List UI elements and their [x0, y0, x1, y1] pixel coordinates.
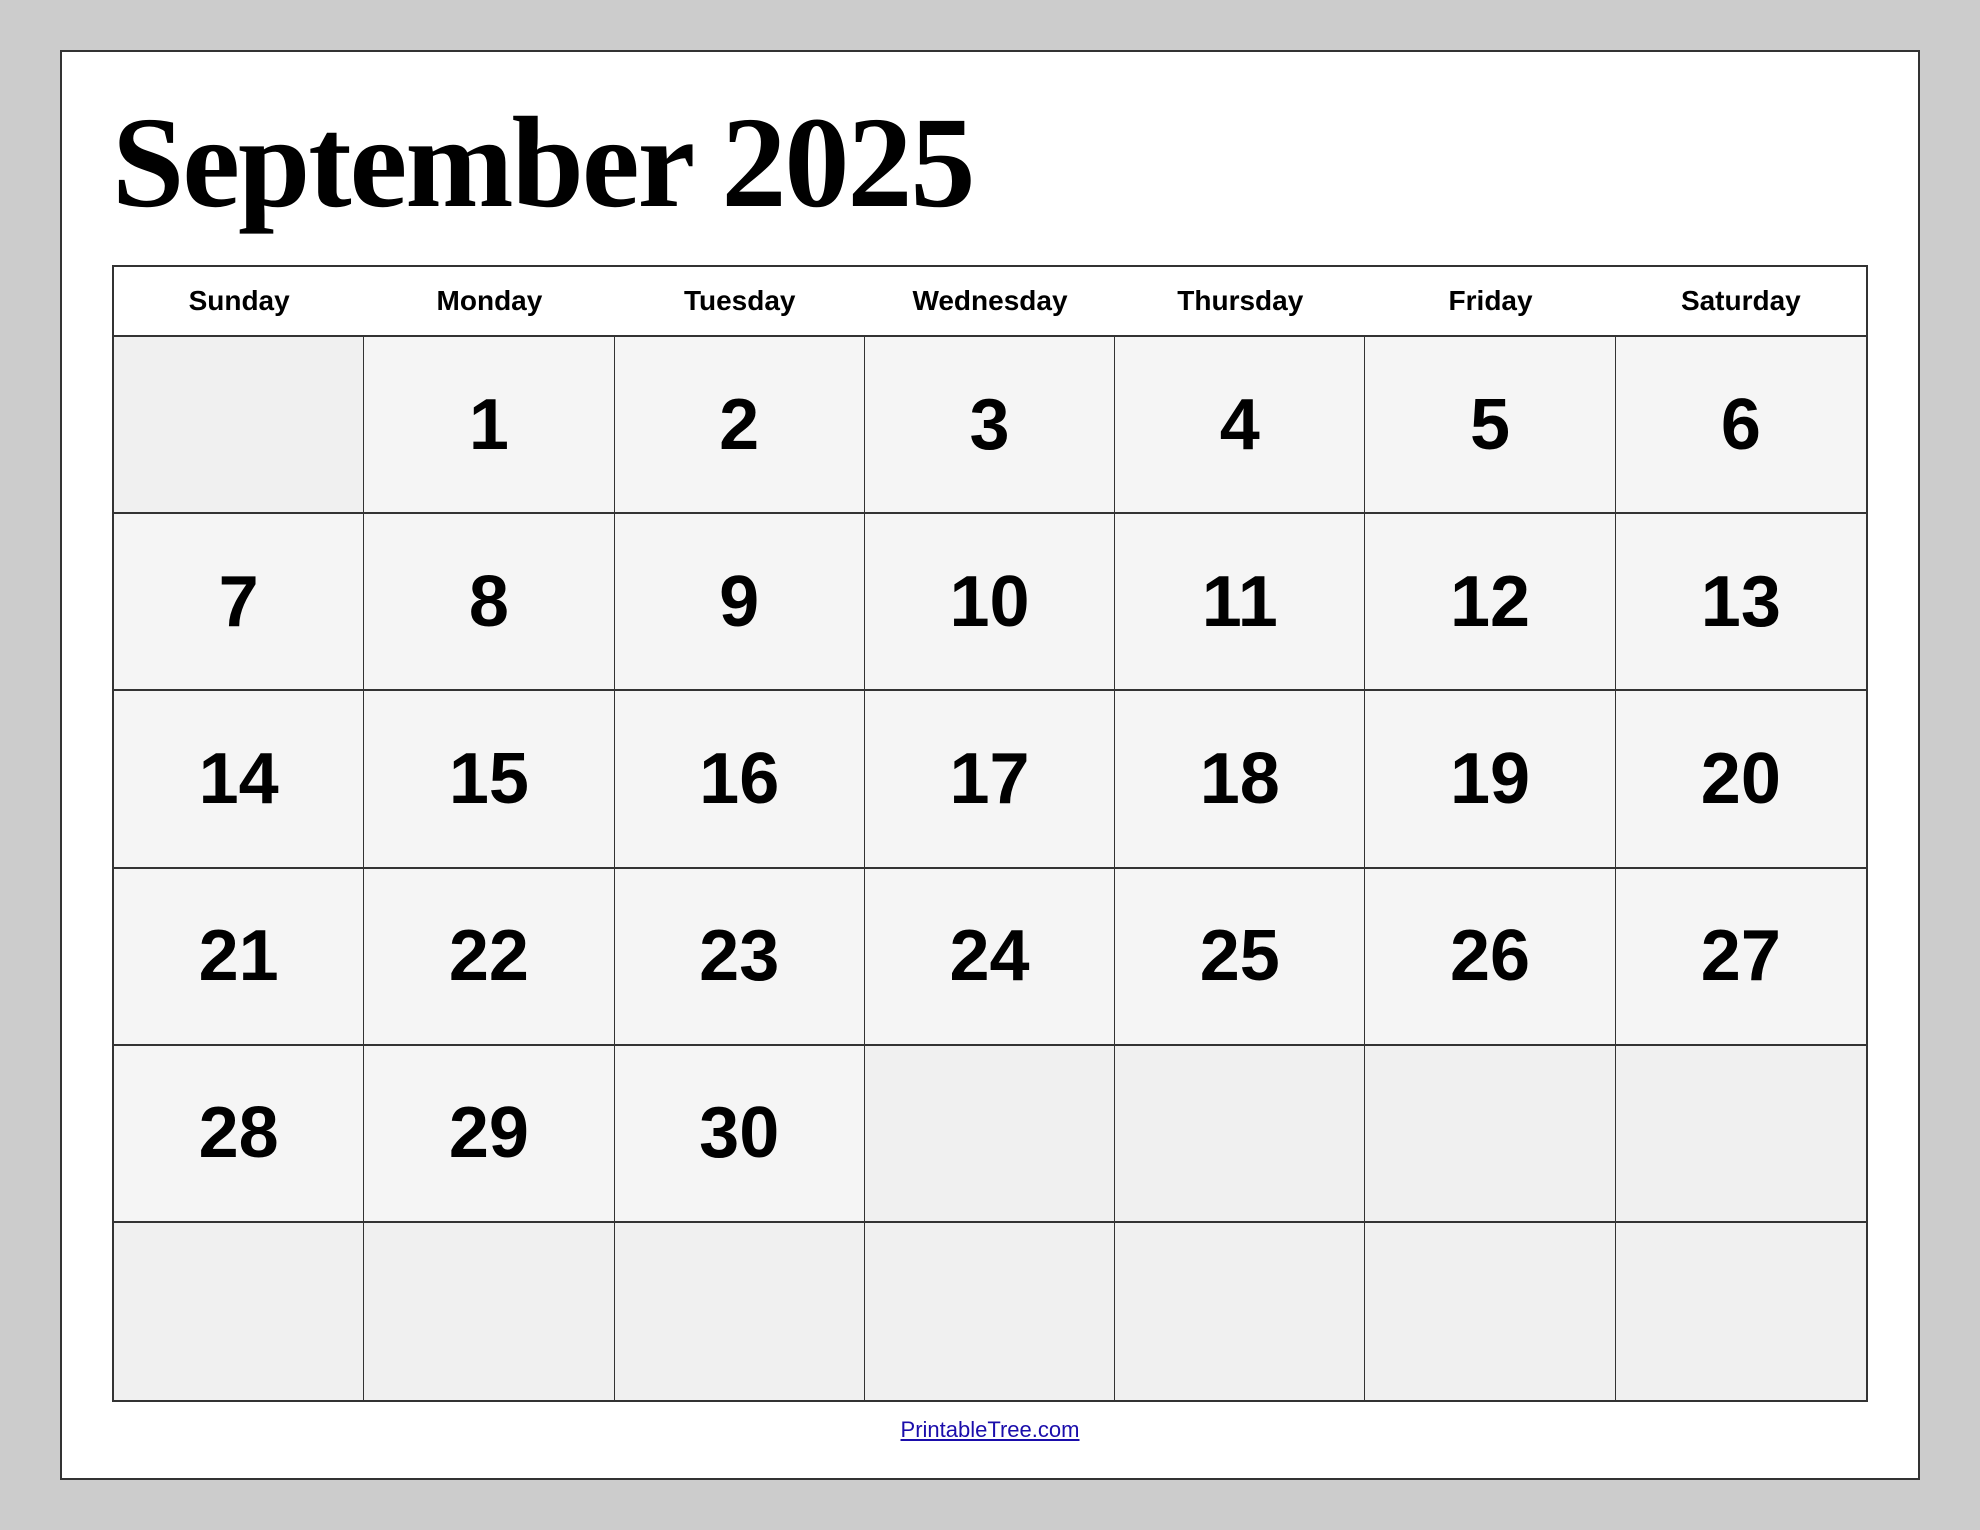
day-number-24: 24 [949, 920, 1029, 992]
day-number-18: 18 [1200, 743, 1280, 815]
day-cell-10: 10 [865, 514, 1115, 689]
day-cell-3: 3 [865, 337, 1115, 512]
day-cell-empty [1115, 1046, 1365, 1221]
day-number-9: 9 [719, 566, 759, 638]
day-cell-21: 21 [114, 869, 364, 1044]
day-cell-8: 8 [364, 514, 614, 689]
day-number-6: 6 [1721, 389, 1761, 461]
day-cell-empty [114, 1223, 364, 1400]
day-header-monday: Monday [364, 277, 614, 325]
day-number-23: 23 [699, 920, 779, 992]
day-cell-empty [1115, 1223, 1365, 1400]
day-number-1: 1 [469, 389, 509, 461]
day-cell-2: 2 [615, 337, 865, 512]
day-number-20: 20 [1701, 743, 1781, 815]
day-number-13: 13 [1701, 566, 1781, 638]
day-cell-empty [114, 337, 364, 512]
day-cell-1: 1 [364, 337, 614, 512]
day-number-5: 5 [1470, 389, 1510, 461]
day-number-12: 12 [1450, 566, 1530, 638]
day-cell-empty [364, 1223, 614, 1400]
day-header-wednesday: Wednesday [865, 277, 1115, 325]
day-cell-18: 18 [1115, 691, 1365, 866]
day-cell-13: 13 [1616, 514, 1866, 689]
week-row-6 [114, 1223, 1866, 1400]
day-header-tuesday: Tuesday [615, 277, 865, 325]
day-cell-empty [1616, 1223, 1866, 1400]
day-cell-empty [865, 1046, 1115, 1221]
day-cell-24: 24 [865, 869, 1115, 1044]
day-headers: SundayMondayTuesdayWednesdayThursdayFrid… [114, 267, 1866, 337]
day-number-27: 27 [1701, 920, 1781, 992]
day-number-25: 25 [1200, 920, 1280, 992]
day-number-2: 2 [719, 389, 759, 461]
day-cell-empty [615, 1223, 865, 1400]
week-row-2: 7 8 9 10 11 12 13 [114, 514, 1866, 691]
day-header-sunday: Sunday [114, 277, 364, 325]
week-row-5: 28 29 30 [114, 1046, 1866, 1223]
day-cell-29: 29 [364, 1046, 614, 1221]
day-cell-4: 4 [1115, 337, 1365, 512]
day-number-22: 22 [449, 920, 529, 992]
day-cell-25: 25 [1115, 869, 1365, 1044]
day-cell-20: 20 [1616, 691, 1866, 866]
day-cell-7: 7 [114, 514, 364, 689]
week-row-4: 21 22 23 24 25 26 27 [114, 869, 1866, 1046]
day-number-7: 7 [219, 566, 259, 638]
day-cell-28: 28 [114, 1046, 364, 1221]
week-row-3: 14 15 16 17 18 19 20 [114, 691, 1866, 868]
day-cell-30: 30 [615, 1046, 865, 1221]
day-cell-23: 23 [615, 869, 865, 1044]
calendar-grid: SundayMondayTuesdayWednesdayThursdayFrid… [112, 265, 1868, 1402]
day-cell-5: 5 [1365, 337, 1615, 512]
day-cell-empty [1365, 1223, 1615, 1400]
day-cell-12: 12 [1365, 514, 1615, 689]
day-number-21: 21 [199, 920, 279, 992]
day-number-15: 15 [449, 743, 529, 815]
day-cell-empty [865, 1223, 1115, 1400]
day-number-10: 10 [949, 566, 1029, 638]
day-number-3: 3 [969, 389, 1009, 461]
day-cell-empty [1365, 1046, 1615, 1221]
day-number-16: 16 [699, 743, 779, 815]
day-cell-15: 15 [364, 691, 614, 866]
weeks-container: 1234567891011121314151617181920212223242… [114, 337, 1866, 1400]
calendar-page: September 2025 SundayMondayTuesdayWednes… [60, 50, 1920, 1480]
week-row-1: 1 2 3 4 5 6 [114, 337, 1866, 514]
day-number-30: 30 [699, 1097, 779, 1169]
footer-link[interactable]: PrintableTree.com [901, 1417, 1080, 1442]
day-number-26: 26 [1450, 920, 1530, 992]
day-cell-6: 6 [1616, 337, 1866, 512]
day-number-4: 4 [1220, 389, 1260, 461]
day-cell-22: 22 [364, 869, 614, 1044]
day-number-11: 11 [1202, 566, 1278, 638]
day-header-thursday: Thursday [1115, 277, 1365, 325]
day-header-friday: Friday [1365, 277, 1615, 325]
day-cell-17: 17 [865, 691, 1115, 866]
day-cell-empty [1616, 1046, 1866, 1221]
day-cell-14: 14 [114, 691, 364, 866]
day-number-19: 19 [1450, 743, 1530, 815]
day-cell-9: 9 [615, 514, 865, 689]
day-cell-16: 16 [615, 691, 865, 866]
day-number-29: 29 [449, 1097, 529, 1169]
day-cell-11: 11 [1115, 514, 1365, 689]
calendar-title: September 2025 [112, 92, 1868, 235]
day-cell-19: 19 [1365, 691, 1615, 866]
day-number-8: 8 [469, 566, 509, 638]
day-cell-26: 26 [1365, 869, 1615, 1044]
day-header-saturday: Saturday [1616, 277, 1866, 325]
footer[interactable]: PrintableTree.com [112, 1402, 1868, 1448]
day-number-14: 14 [199, 743, 279, 815]
day-number-28: 28 [199, 1097, 279, 1169]
day-cell-27: 27 [1616, 869, 1866, 1044]
day-number-17: 17 [949, 743, 1029, 815]
